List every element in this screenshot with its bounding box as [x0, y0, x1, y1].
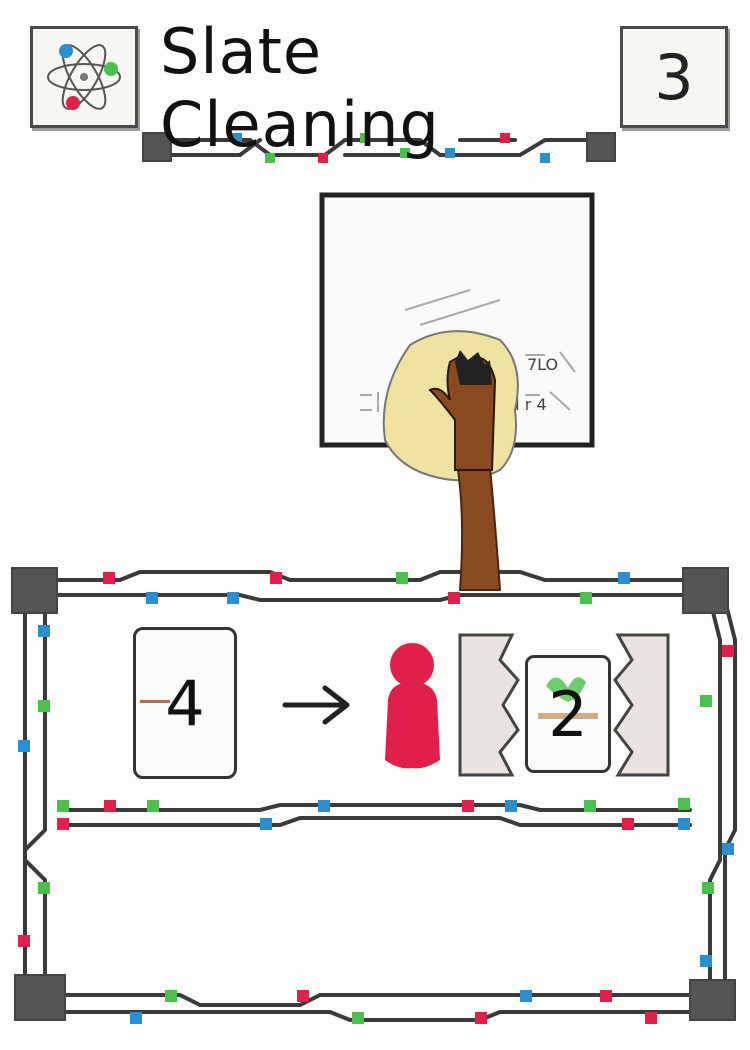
cost-value: 3 [654, 40, 694, 114]
frame-top-line [33, 570, 707, 582]
card-title: Slate Cleaning [160, 15, 440, 161]
discard-card: 4 [133, 627, 237, 779]
gained-card: 2 [525, 655, 611, 773]
discard-card-value: 4 [165, 666, 205, 740]
atom-icon [47, 44, 121, 110]
gained-card-value: 2 [548, 677, 588, 751]
category-icon-box [30, 26, 138, 128]
cost-box: 3 [620, 26, 728, 128]
frame-right-line [708, 598, 722, 997]
